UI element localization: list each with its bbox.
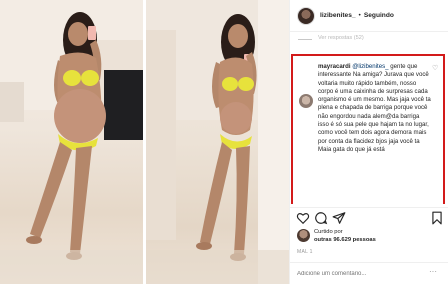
more-options-icon[interactable]: ···: [429, 267, 437, 276]
liked-by-label: Curtido por: [314, 229, 343, 235]
highlighted-comment: mayracardi @lizibenites_ gente que inter…: [291, 54, 445, 204]
post-actions: [290, 207, 448, 227]
share-icon[interactable]: [332, 211, 346, 225]
comment-icon[interactable]: [314, 211, 328, 225]
replies-line: [298, 39, 312, 40]
post-date: MAL 1: [297, 249, 313, 255]
following-button[interactable]: Seguindo: [364, 12, 394, 19]
bookmark-icon[interactable]: [430, 211, 444, 225]
author-username[interactable]: lizibenites_: [320, 12, 356, 19]
commenter-avatar[interactable]: [299, 94, 313, 108]
like-heart-icon[interactable]: [296, 211, 310, 225]
photo-before: [0, 0, 143, 284]
post-header: lizibenites_ • Seguindo: [290, 0, 448, 32]
header-separator: •: [358, 12, 361, 19]
comment-input[interactable]: [297, 269, 417, 279]
likes-summary: Curtido por outras 96.629 pessoas: [297, 228, 447, 246]
comment-mention[interactable]: @lizibenites_: [352, 63, 388, 70]
likes-text: Curtido por outras 96.629 pessoas: [314, 228, 376, 244]
post-side-panel: lizibenites_ • Seguindo Ver respostas (5…: [289, 0, 448, 284]
author-avatar[interactable]: [297, 6, 315, 25]
liker-avatar[interactable]: [297, 229, 310, 242]
photo-after-illustration: [146, 0, 289, 284]
post-media[interactable]: [0, 0, 289, 284]
comment-body: mayracardi @lizibenites_ gente que inter…: [318, 63, 431, 154]
comment-text: gente que interessante Na amiga? Jurava …: [318, 63, 431, 153]
photo-after: [146, 0, 289, 284]
view-replies-link[interactable]: Ver respostas (52): [318, 35, 364, 41]
likes-others-link[interactable]: outras 96.629 pessoas: [314, 237, 376, 243]
comments-section[interactable]: Ver respostas (52) mayracardi @lizibenit…: [290, 32, 448, 204]
commenter-username[interactable]: mayracardi: [318, 63, 351, 70]
comment-like-heart-icon[interactable]: ♡: [432, 64, 438, 72]
instagram-post: lizibenites_ • Seguindo Ver respostas (5…: [0, 0, 448, 284]
add-comment-bar: ···: [290, 262, 448, 284]
view-replies-row[interactable]: Ver respostas (52): [298, 35, 443, 45]
photo-before-illustration: [0, 0, 143, 284]
